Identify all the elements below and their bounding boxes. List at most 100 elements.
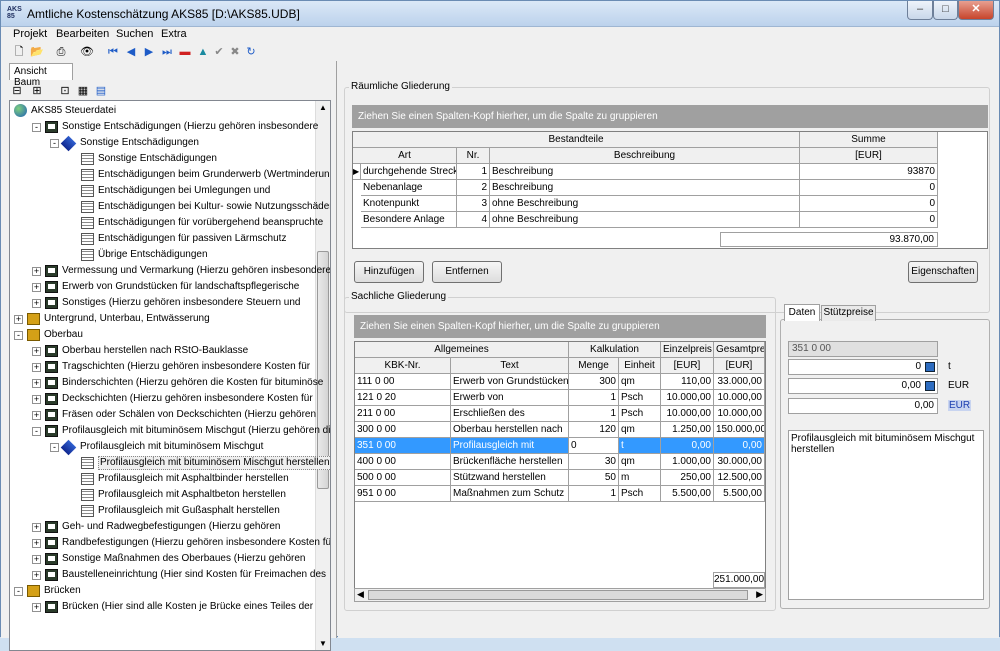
raeumlich-cell-summe[interactable]: 0	[800, 212, 938, 228]
einzelpreis-field[interactable]: 0,00	[788, 378, 938, 394]
sachlich-cell-einheit[interactable]: qm	[619, 454, 661, 470]
expand-icon[interactable]: +	[32, 411, 41, 420]
last-record-icon[interactable]: ⏭	[159, 44, 175, 60]
sachlich-cell-ep[interactable]: 110,00	[661, 374, 714, 390]
sachlich-cell-menge[interactable]: 0	[569, 438, 619, 454]
sachlich-cell-einheit[interactable]: t	[619, 438, 661, 454]
sachlich-cell-kbk[interactable]: 400 0 00	[355, 454, 451, 470]
scroll-right-icon[interactable]: ▶	[756, 589, 763, 600]
tree-scroll-thumb[interactable]	[317, 251, 329, 489]
raeumlich-cell-art[interactable]: Nebenanlage	[361, 180, 457, 196]
tree-node[interactable]: - Brücken	[10, 583, 315, 599]
collapse-icon[interactable]: -	[32, 123, 41, 132]
raeumlich-group-hint[interactable]: Ziehen Sie einen Spalten-Kopf hierher, u…	[352, 105, 988, 128]
refresh-icon[interactable]: ↻	[243, 44, 259, 60]
sachlich-cell-menge[interactable]: 120	[569, 422, 619, 438]
sachlich-cell-gp[interactable]: 0,00	[714, 438, 765, 454]
expand-icon[interactable]: +	[32, 555, 41, 564]
col-einzelpreis-eur[interactable]: [EUR]	[661, 358, 714, 374]
tree-node[interactable]: - Sonstige Entschädigungen	[10, 135, 315, 152]
add-button[interactable]: Hinzufügen	[354, 261, 424, 283]
sachlich-cell-gp[interactable]: 30.000,00	[714, 454, 765, 470]
first-record-icon[interactable]: ⏮	[105, 44, 121, 60]
sachlich-cell-gp[interactable]: 10.000,00	[714, 390, 765, 406]
tree-node[interactable]: - Profilausgleich mit bituminösem Mischgu…	[10, 439, 315, 456]
sachlich-cell-gp[interactable]: 33.000,00	[714, 374, 765, 390]
sachlich-cell-kbk[interactable]: 111 0 00	[355, 374, 451, 390]
tree-node[interactable]: - Oberbau	[10, 327, 315, 343]
hscroll-thumb[interactable]	[368, 590, 748, 600]
raeumlich-cell-nr[interactable]: 4	[457, 212, 490, 228]
expand-icon[interactable]: +	[32, 539, 41, 548]
sachlich-cell-text[interactable]: Brückenfläche herstellen	[451, 454, 569, 470]
tree-node[interactable]: + Deckschichten (Hierzu gehören insbesond…	[10, 391, 315, 407]
sachlich-cell-kbk[interactable]: 121 0 20	[355, 390, 451, 406]
raeumlich-cell-beschreibung[interactable]: ohne Beschreibung	[490, 212, 800, 228]
details-view-icon[interactable]: ▤	[93, 83, 109, 99]
collapse-icon[interactable]: -	[14, 331, 23, 340]
col-art[interactable]: Art	[353, 148, 457, 164]
sachlich-cell-ep[interactable]: 5.500,00	[661, 486, 714, 502]
tree-node[interactable]: + Fräsen oder Schälen von Deckschichten (…	[10, 407, 316, 423]
expand-icon[interactable]: +	[32, 267, 41, 276]
print-icon[interactable]: ⎙	[53, 44, 69, 60]
collapse-icon[interactable]: -	[14, 587, 23, 596]
tree-node[interactable]: Profilausgleich mit Gußasphalt herstelle…	[10, 503, 315, 519]
properties-button[interactable]: Eigenschaften	[908, 261, 978, 283]
navigation-tree[interactable]: ▲ ▼ AKS85 Steuerdatei - Sonstige Entschädi…	[9, 100, 331, 651]
grid-view-icon[interactable]: ▦	[75, 83, 91, 99]
sachlich-cell-text[interactable]: Profilausgleich mit	[451, 438, 569, 454]
cancel-icon[interactable]: ✖	[227, 44, 243, 60]
tree-node[interactable]: + Geh- und Radwegbefestigungen (Hierzu ge…	[10, 519, 315, 535]
expand-icon[interactable]: +	[32, 571, 41, 580]
tree-node[interactable]: + Erwerb von Grundstücken für landschafts…	[10, 279, 315, 295]
tree-node[interactable]: Profilausgleich mit Asphaltbeton herstel…	[10, 487, 315, 503]
remove-button[interactable]: Entfernen	[432, 261, 502, 283]
expand-icon[interactable]: +	[32, 395, 41, 404]
tree-node[interactable]: - Profilausgleich mit bituminösem Mischgu…	[10, 423, 330, 439]
sachlich-cell-text[interactable]: Maßnahmen zum Schutz	[451, 486, 569, 502]
tab-ansicht-baum[interactable]: Ansicht Baum	[9, 63, 73, 88]
sachlich-cell-kbk[interactable]: 951 0 00	[355, 486, 451, 502]
menu-projekt[interactable]: Projekt	[13, 28, 47, 40]
prev-record-icon[interactable]: ◀	[123, 44, 139, 60]
tree-node[interactable]: + Untergrund, Unterbau, Entwässerung	[10, 311, 315, 327]
tree-node[interactable]: - Sonstige Entschädigungen (Hierzu gehöre…	[10, 119, 318, 135]
menu-extra[interactable]: Extra	[161, 28, 187, 40]
tree-node[interactable]: + Vermessung und Vermarkung (Hierzu gehör…	[10, 263, 330, 279]
sachlich-cell-menge[interactable]: 50	[569, 470, 619, 486]
sachlich-cell-einheit[interactable]: m	[619, 470, 661, 486]
sachlich-cell-text[interactable]: Erwerb von Grundstücken	[451, 374, 569, 390]
tree-node[interactable]: AKS85 Steuerdatei	[10, 103, 315, 119]
raeumlich-cell-nr[interactable]: 2	[457, 180, 490, 196]
sachlich-cell-kbk[interactable]: 500 0 00	[355, 470, 451, 486]
raeumlich-cell-art[interactable]: Besondere Anlage	[361, 212, 457, 228]
insert-record-icon[interactable]: ▲	[195, 44, 211, 60]
expand-icon[interactable]: +	[32, 299, 41, 308]
sachlich-cell-kbk[interactable]: 351 0 00	[355, 438, 451, 454]
new-file-icon[interactable]: 🗋	[11, 44, 27, 60]
scroll-up-icon[interactable]: ▲	[319, 103, 327, 112]
expand-icon[interactable]: +	[14, 315, 23, 324]
col-gesamtpreis-eur[interactable]: [EUR]	[714, 358, 765, 374]
tree-node[interactable]: + Randbefestigungen (Hierzu gehören insbe…	[10, 535, 330, 551]
calculator-icon[interactable]	[925, 362, 935, 372]
sachlich-cell-gp[interactable]: 150.000,00	[714, 422, 765, 438]
sachlich-cell-einheit[interactable]: Psch	[619, 486, 661, 502]
sachlich-cell-text[interactable]: Oberbau herstellen nach	[451, 422, 569, 438]
sachlich-cell-menge[interactable]: 1	[569, 406, 619, 422]
tree-view-icon[interactable]: ⊟	[9, 83, 25, 99]
collapse-icon[interactable]: -	[50, 139, 59, 148]
tree-node[interactable]: Profilausgleich mit Asphaltbinder herste…	[10, 471, 315, 487]
col-beschreibung[interactable]: Beschreibung	[490, 148, 800, 164]
sachlich-cell-menge[interactable]: 1	[569, 486, 619, 502]
tree-node[interactable]: + Baustelleneinrichtung (Hier sind Kosten…	[10, 567, 326, 583]
raeumlich-cell-nr[interactable]: 3	[457, 196, 490, 212]
sachlich-cell-einheit[interactable]: Psch	[619, 406, 661, 422]
menu-suchen[interactable]: Suchen	[116, 28, 153, 40]
col-nr[interactable]: Nr.	[457, 148, 490, 164]
scroll-down-icon[interactable]: ▼	[319, 639, 327, 648]
sachlich-cell-gp[interactable]: 5.500,00	[714, 486, 765, 502]
sachlich-cell-menge[interactable]: 300	[569, 374, 619, 390]
tree-node[interactable]: + Brücken (Hier sind alle Kosten je Brück…	[10, 599, 315, 615]
